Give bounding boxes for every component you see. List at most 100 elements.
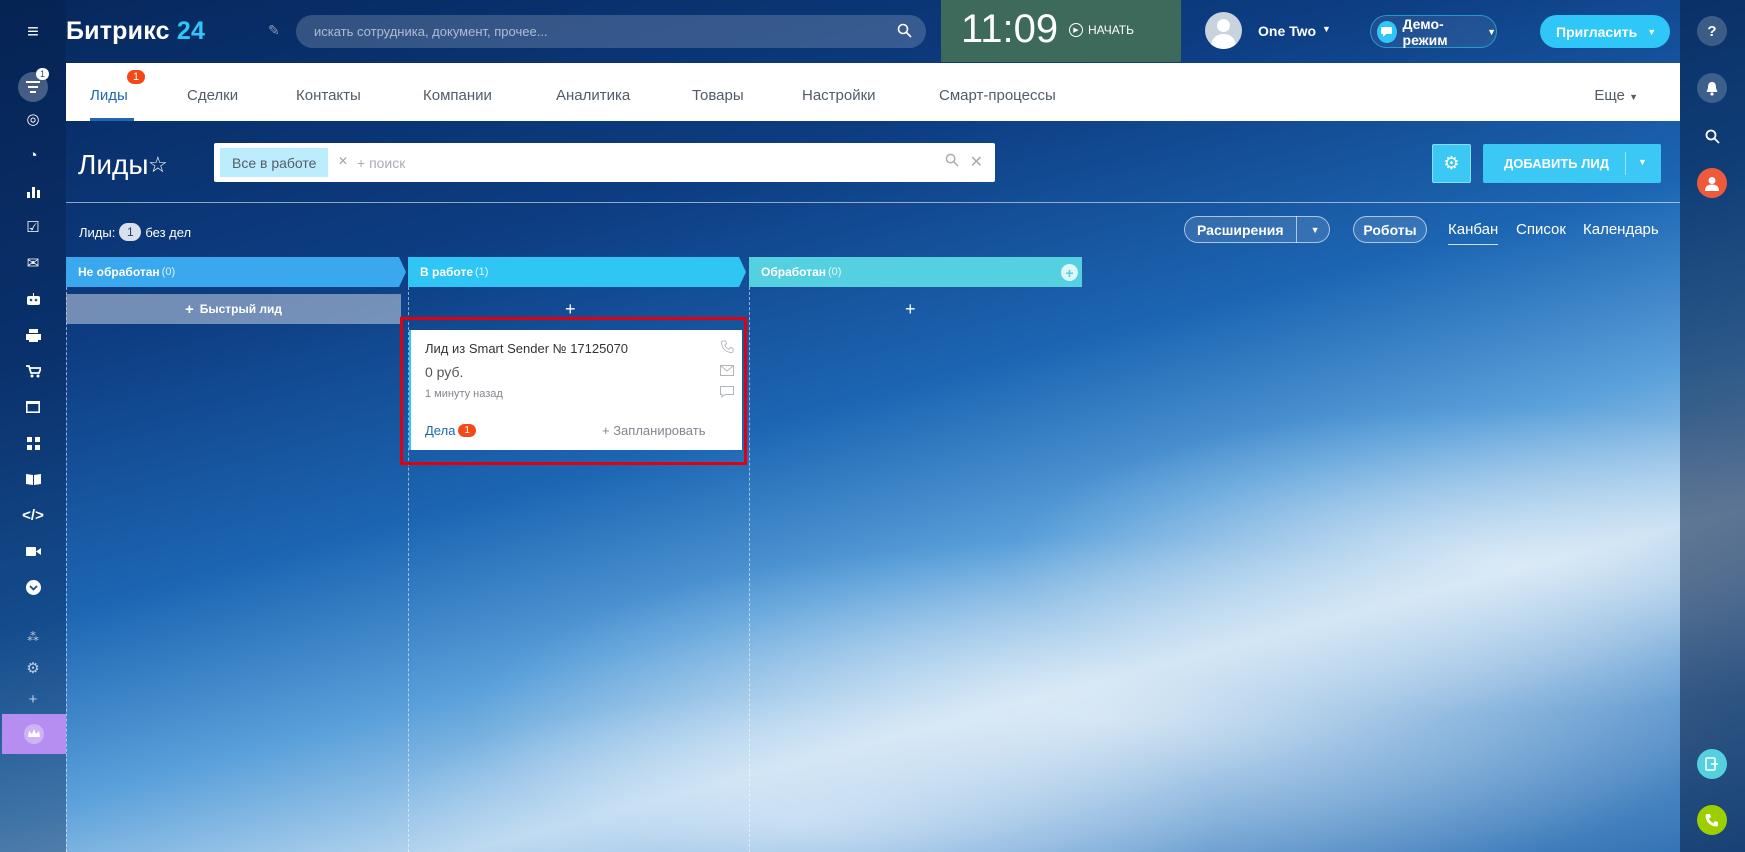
filter-chip[interactable]: Все в работе	[220, 148, 329, 177]
phone-icon[interactable]	[720, 340, 734, 356]
tab-settings[interactable]: Настройки	[802, 87, 876, 104]
clock-time: 11:09	[961, 7, 1059, 51]
tab-contacts[interactable]: Контакты	[296, 87, 361, 104]
target-icon[interactable]: ◎	[22, 108, 44, 130]
clock-icon[interactable]: ◔	[22, 144, 44, 166]
invite-label: Пригласить	[1556, 23, 1638, 40]
play-icon: ▶	[1069, 23, 1083, 37]
user-name[interactable]: One Two	[1258, 23, 1316, 39]
grid-icon[interactable]	[22, 432, 44, 454]
demo-label: Демо-режим	[1402, 15, 1448, 48]
tab-smart-processes[interactable]: Смарт-процессы	[939, 87, 1056, 104]
user-icon[interactable]	[1697, 168, 1727, 198]
crm-tab-bar: Лиды 1 Сделки Контакты Компании Аналитик…	[66, 63, 1680, 121]
divider	[66, 202, 1680, 203]
search-icon[interactable]	[1697, 121, 1727, 151]
sidebar-badge: 1	[36, 68, 50, 80]
add-lead-button[interactable]: ДОБАВИТЬ ЛИД ▼	[1483, 144, 1661, 183]
pencil-icon[interactable]: ✎	[268, 22, 280, 39]
add-card-button[interactable]: +	[905, 299, 916, 320]
column-header-processed[interactable]: Обработан (0) +	[749, 257, 1082, 287]
chat-icon	[1377, 20, 1397, 43]
tab-deals[interactable]: Сделки	[187, 87, 238, 104]
chip-close-icon[interactable]: ✕	[338, 154, 348, 168]
settings-button[interactable]: ⚙	[1432, 144, 1471, 183]
sitemap-icon[interactable]: ⁂	[22, 626, 44, 648]
quick-lead-button[interactable]: + Быстрый лид	[66, 294, 401, 324]
chevron-down-icon[interactable]: ▼	[1322, 24, 1331, 34]
search-icon[interactable]	[897, 23, 912, 42]
summary-suffix: без дел	[145, 224, 192, 240]
column-count: (0)	[828, 266, 842, 278]
column-header-new[interactable]: Не обработан (0)	[66, 257, 406, 287]
deals-badge: 1	[458, 424, 476, 437]
column-title: Не обработан	[78, 265, 160, 279]
tab-active-underline	[90, 118, 134, 121]
plus-icon[interactable]: +	[22, 688, 44, 710]
global-search[interactable]	[296, 15, 926, 48]
search-input[interactable]	[314, 24, 874, 39]
card-price: 0 руб.	[425, 364, 464, 380]
chevron-down-icon: ▼	[1647, 26, 1657, 37]
filter-bar[interactable]: Все в работе ✕ + поиск ✕	[214, 143, 995, 182]
bar-chart-icon[interactable]	[22, 180, 44, 202]
tab-leads[interactable]: Лиды	[90, 87, 128, 104]
lead-card[interactable]: Лид из Smart Sender № 17125070 0 руб. 1 …	[409, 330, 742, 450]
tab-more[interactable]: Еще ▼	[1594, 87, 1638, 104]
help-icon[interactable]: ?	[1697, 16, 1727, 46]
page-title: Лиды	[78, 149, 149, 180]
video-icon[interactable]	[22, 540, 44, 562]
extensions-label: Расширения	[1197, 221, 1284, 238]
leads-summary: Лиды: 1 без дел	[79, 223, 191, 241]
code-icon[interactable]: </>	[22, 504, 44, 526]
close-icon[interactable]: ✕	[970, 152, 983, 172]
mail-icon[interactable]	[720, 364, 734, 379]
view-calendar[interactable]: Календарь	[1583, 221, 1659, 238]
filter-search-input[interactable]: + поиск	[357, 155, 405, 171]
start-workday-button[interactable]: ▶ НАЧАТЬ	[1069, 23, 1134, 37]
cart-icon[interactable]	[22, 360, 44, 382]
column-count: (0)	[161, 266, 176, 278]
quick-lead-label: Быстрый лид	[199, 302, 283, 316]
star-icon[interactable]: ☆	[148, 152, 168, 178]
robot-icon[interactable]	[22, 288, 44, 310]
chevron-down-icon[interactable]	[22, 576, 44, 598]
open-line-icon[interactable]	[1697, 749, 1727, 779]
bell-icon[interactable]	[1697, 73, 1727, 103]
card-title[interactable]: Лид из Smart Sender № 17125070	[425, 341, 628, 356]
chat-icon[interactable]	[720, 386, 734, 401]
chevron-down-icon[interactable]: ▼	[1638, 157, 1647, 167]
extensions-button[interactable]: Расширения ▼	[1184, 216, 1330, 243]
column-header-in-progress[interactable]: В работе (1)	[408, 257, 746, 287]
gear-icon: ⚙	[1443, 153, 1460, 173]
crown-icon[interactable]	[2, 714, 66, 754]
window-icon[interactable]	[22, 396, 44, 418]
column-title: Обработан	[761, 265, 826, 279]
add-column-icon[interactable]: +	[1061, 264, 1078, 281]
card-deals-link[interactable]: Дела 1	[425, 423, 476, 438]
add-lead-label: ДОБАВИТЬ ЛИД	[1504, 156, 1609, 171]
view-kanban[interactable]: Канбан	[1448, 221, 1499, 245]
printer-icon[interactable]	[22, 324, 44, 346]
avatar[interactable]	[1205, 12, 1242, 49]
tab-companies[interactable]: Компании	[423, 87, 492, 104]
book-icon[interactable]	[22, 468, 44, 490]
invite-button[interactable]: Пригласить ▼	[1540, 15, 1670, 48]
tab-analytics[interactable]: Аналитика	[556, 87, 630, 104]
gear-icon[interactable]: ⚙	[22, 657, 44, 679]
tasks-icon[interactable]: ☑	[22, 216, 44, 238]
schedule-link[interactable]: + Запланировать	[602, 423, 705, 438]
tab-products[interactable]: Товары	[692, 87, 744, 104]
hamburger-icon[interactable]: ≡	[22, 21, 44, 43]
logo[interactable]: Битрикс 24	[66, 17, 205, 46]
deals-label: Дела	[425, 423, 456, 438]
summary-count[interactable]: 1	[119, 223, 142, 241]
demo-mode-button[interactable]: Демо-режим ▼	[1370, 15, 1497, 48]
plus-icon: +	[184, 300, 194, 318]
view-list[interactable]: Список	[1516, 221, 1566, 238]
phone-icon[interactable]	[1697, 805, 1727, 835]
robots-button[interactable]: Роботы	[1353, 216, 1427, 243]
search-icon[interactable]	[945, 153, 959, 170]
left-sidebar: ≡ 1 ◎ ◔ ☑ ✉ </> ⁂ ⚙ +	[0, 0, 66, 852]
mail-icon[interactable]: ✉	[22, 252, 44, 274]
